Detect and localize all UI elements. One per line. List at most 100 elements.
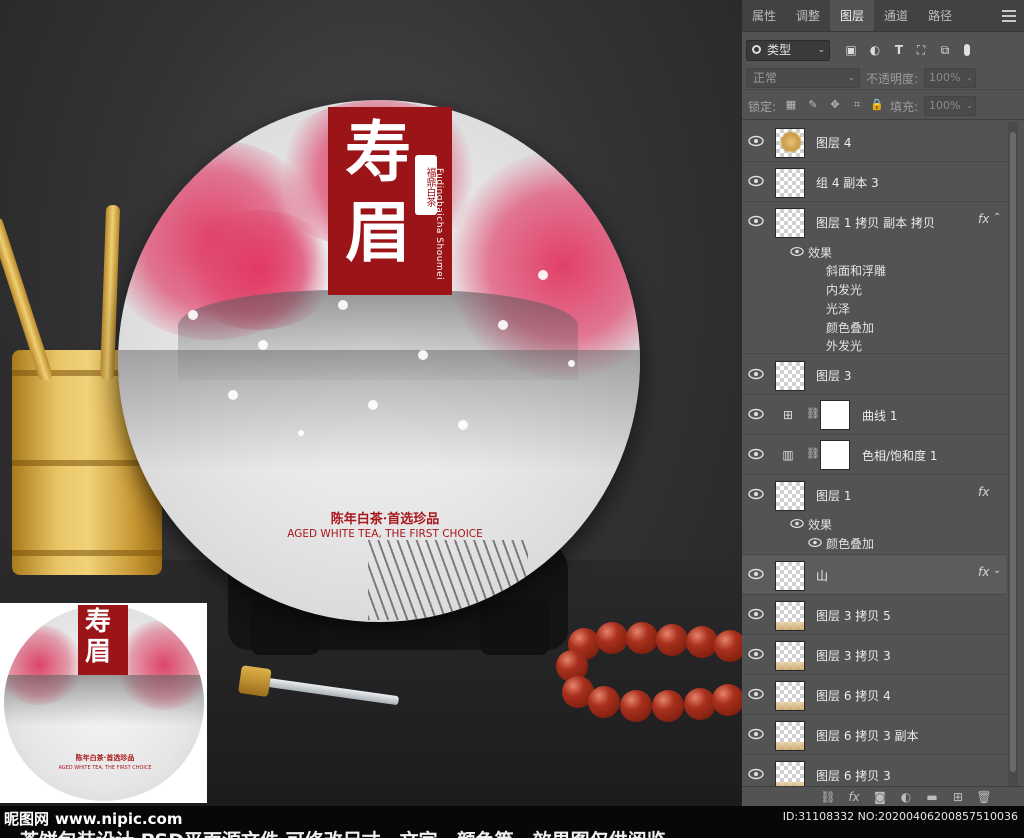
layer-mask-thumbnail [820, 400, 850, 430]
layer-thumbnail [775, 481, 805, 511]
eye-icon[interactable] [748, 215, 764, 227]
layer-row[interactable]: 图层 1 fx [742, 475, 1006, 515]
panel-menu-icon[interactable] [1002, 10, 1016, 22]
cake-pinyin: Fudingbaicha Shoumei [434, 168, 444, 281]
description: 茶饼包装设计 PSD平面源文件 可修改尺寸、文字、颜色等。效果图仅供阅览 [20, 826, 666, 838]
lock-transparency-icon[interactable]: ▦ [784, 98, 798, 112]
chevron-down-icon: ⌄ [965, 73, 973, 83]
smart-object-filter-icon[interactable]: ⧉ [938, 43, 952, 57]
chevron-down-icon: ⌄ [965, 101, 973, 111]
lock-position-icon[interactable]: ✥ [828, 98, 842, 112]
layer-row[interactable]: 图层 3 拷贝 5 [742, 595, 1006, 635]
effect-item[interactable]: 光泽 [826, 300, 850, 317]
eye-icon[interactable] [748, 728, 764, 740]
layer-row[interactable]: 图层 6 拷贝 3 副本 [742, 715, 1006, 755]
fx-icon[interactable]: fx [978, 565, 989, 579]
eye-icon[interactable] [748, 648, 764, 660]
layer-name: 图层 1 拷贝 副本 拷贝 [816, 216, 935, 230]
mask-icon[interactable]: ◙ [872, 789, 888, 805]
fx-icon[interactable]: fx [978, 485, 989, 499]
layer-row[interactable]: 图层 6 拷贝 4 [742, 675, 1006, 715]
blend-mode-value: 正常 [753, 71, 778, 85]
lock-artboard-icon[interactable]: ⌗ [850, 98, 864, 112]
cake-title: 寿眉 [345, 113, 411, 271]
eye-icon[interactable] [790, 518, 806, 530]
trash-icon[interactable]: 🗑 [976, 789, 992, 805]
layer-name: 图层 6 拷贝 4 [816, 689, 891, 703]
eye-icon[interactable] [748, 368, 764, 380]
link-icon[interactable]: ⛓ [806, 447, 820, 463]
fill-input[interactable]: 100% ⌄ [924, 96, 976, 116]
effect-item[interactable]: 斜面和浮雕 [826, 262, 886, 279]
type-filter-icon[interactable]: T [892, 43, 906, 57]
tab-paths[interactable]: 路径 [918, 0, 962, 31]
chevron-down-icon: ⌄ [817, 45, 825, 55]
layer-row[interactable]: 图层 4 [742, 122, 1006, 162]
layers-scrollbar[interactable] [1008, 122, 1018, 786]
layer-name: 图层 1 [816, 489, 852, 503]
layer-thumbnail [775, 721, 805, 751]
effect-item[interactable]: 内发光 [826, 281, 862, 298]
hue-saturation-icon: ▥ [782, 448, 794, 462]
lock-image-icon[interactable]: ✎ [806, 98, 820, 112]
eye-icon[interactable] [748, 175, 764, 187]
layer-row[interactable]: 组 4 副本 3 [742, 162, 1006, 202]
layer-name: 山 [816, 569, 829, 583]
layer-thumbnail [775, 128, 805, 158]
layer-name: 曲线 1 [862, 409, 898, 423]
blend-mode-select[interactable]: 正常 ⌄ [746, 68, 860, 88]
layer-thumbnail [775, 561, 805, 591]
adjustment-filter-icon[interactable]: ◐ [868, 43, 882, 57]
chevron-up-icon[interactable]: ⌃ [993, 212, 1001, 223]
eye-icon[interactable] [748, 608, 764, 620]
effect-item[interactable]: 颜色叠加 [826, 535, 874, 552]
lock-label: 锁定: [748, 100, 777, 114]
adjustment-layer-row[interactable]: ▥ ⛓ 色相/饱和度 1 [742, 435, 1006, 475]
shape-filter-icon[interactable]: ⛶ [914, 43, 928, 57]
eye-icon[interactable] [790, 246, 806, 258]
fx-icon[interactable]: fx [978, 212, 989, 226]
layer-thumbnail [775, 361, 805, 391]
lock-row: 锁定: ▦ ✎ ✥ ⌗ 🔒 填充: 100% ⌄ [742, 92, 1024, 120]
eye-icon[interactable] [748, 408, 764, 420]
tab-properties[interactable]: 属性 [742, 0, 786, 31]
fx-icon[interactable]: fx [846, 789, 862, 805]
cake-slogan-cn: 陈年白茶·首选珍品 [330, 512, 440, 527]
eye-icon[interactable] [748, 488, 764, 500]
fill-value: 100% [929, 99, 961, 112]
layer-filter-select[interactable]: 类型 ⌄ [746, 40, 830, 61]
layer-row[interactable]: 图层 3 拷贝 3 [742, 635, 1006, 675]
effect-item[interactable]: 颜色叠加 [826, 319, 874, 336]
adjustment-icon[interactable]: ◐ [898, 789, 914, 805]
effects-label: 效果 [808, 246, 833, 260]
opacity-input[interactable]: 100% ⌄ [924, 68, 976, 88]
tab-layers[interactable]: 图层 [830, 0, 875, 31]
lock-all-icon[interactable]: 🔒 [870, 98, 884, 112]
link-icon[interactable]: ⛓ [820, 789, 836, 805]
eye-icon[interactable] [748, 688, 764, 700]
eye-icon[interactable] [748, 448, 764, 460]
layer-name: 组 4 副本 3 [816, 176, 879, 190]
layer-row[interactable]: 图层 3 [742, 355, 1006, 395]
chevron-down-icon[interactable]: ⌄ [993, 565, 1001, 576]
layer-list: 图层 4 组 4 副本 3 图层 1 拷贝 副本 拷贝 fx ⌃ 效果 斜面和浮… [742, 122, 1006, 786]
effect-item[interactable]: 外发光 [826, 337, 862, 354]
filter-toggle[interactable] [964, 44, 970, 56]
layer-row[interactable]: 图层 1 拷贝 副本 拷贝 fx ⌃ [742, 202, 1006, 242]
adjustment-layer-row[interactable]: ⊞ ⛓ 曲线 1 [742, 395, 1006, 435]
layer-effects-list: 效果 颜色叠加 [742, 515, 1006, 555]
eye-icon[interactable] [748, 768, 764, 780]
tab-adjustments[interactable]: 调整 [786, 0, 830, 31]
eye-icon[interactable] [748, 568, 764, 580]
layer-effects-list: 效果 斜面和浮雕 内发光 光泽 颜色叠加 外发光 [742, 242, 1006, 354]
layer-row[interactable]: 山 fx ⌄ [742, 555, 1006, 595]
link-icon[interactable]: ⛓ [806, 407, 820, 423]
new-layer-icon[interactable]: ⊞ [950, 789, 966, 805]
tab-channels[interactable]: 通道 [874, 0, 918, 31]
folder-icon[interactable]: ▬ [924, 789, 940, 805]
pixel-filter-icon[interactable]: ▣ [844, 43, 858, 57]
layer-row[interactable]: 图层 6 拷贝 3 [742, 755, 1006, 786]
eye-icon[interactable] [748, 135, 764, 147]
eye-icon[interactable] [808, 537, 824, 549]
layer-thumbnail [775, 681, 805, 711]
